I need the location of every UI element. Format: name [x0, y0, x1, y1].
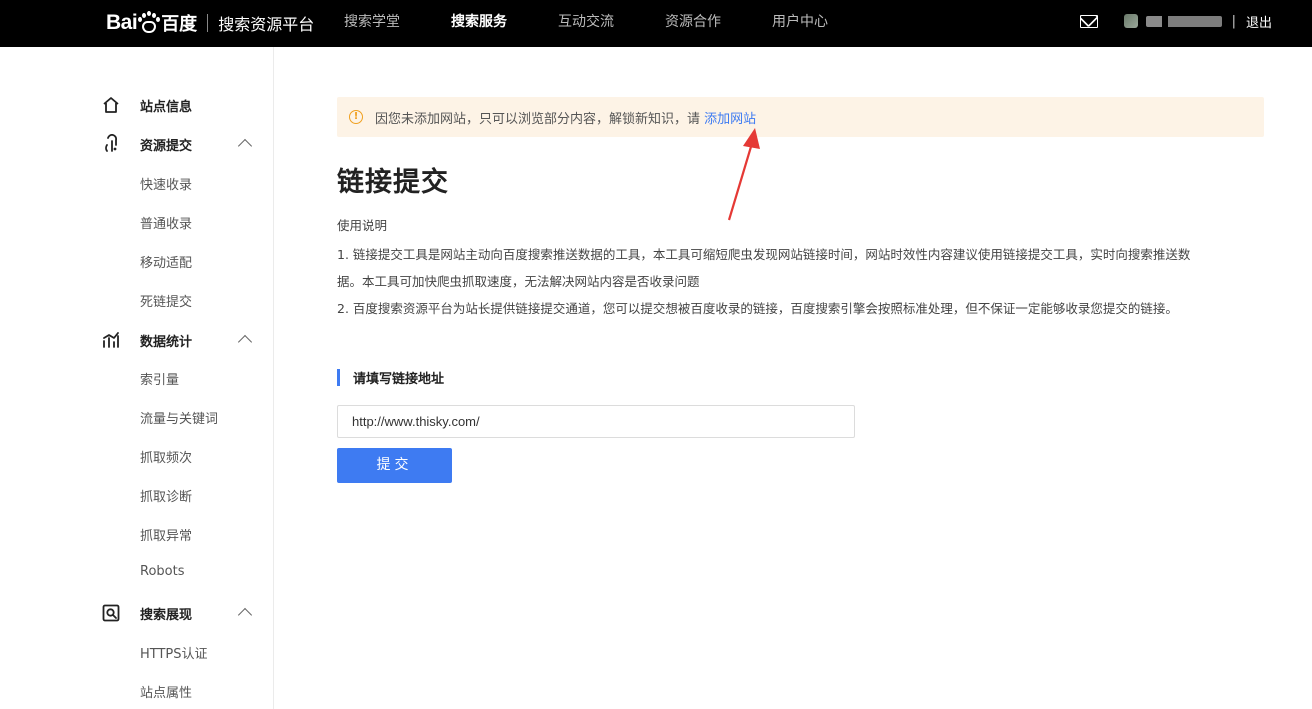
sidebar-group-label: 站点信息 [140, 99, 193, 115]
notice-text: 因您未添加网站，只可以浏览部分内容，解锁新知识，请 添加网站 [375, 108, 756, 127]
sidebar-group-resource-submit[interactable]: 资源提交 [0, 132, 274, 156]
sidebar-item-normal-index[interactable]: 普通收录 [140, 213, 192, 232]
section-heading: 请填写链接地址 [337, 368, 445, 387]
main-nav: 搜索学堂 搜索服务 互动交流 资源合作 用户中心 [344, 0, 862, 47]
sidebar-item-robots[interactable]: Robots [140, 564, 184, 579]
sidebar-group-data-stats[interactable]: 数据统计 [0, 328, 274, 352]
mail-icon[interactable] [1079, 14, 1098, 28]
logo-baidu-cn: 百度 [161, 14, 198, 35]
sidebar-item-dead-link[interactable]: 死链提交 [140, 291, 192, 310]
usage-paragraph-1-line-1: 1. 链接提交工具是网站主动向百度搜索推送数据的工具，本工具可缩短爬虫发现网站链… [337, 247, 1191, 262]
search-display-icon [102, 604, 120, 622]
nav-item-interaction[interactable]: 互动交流 [558, 0, 665, 47]
sidebar-item-traffic-keywords[interactable]: 流量与关键词 [140, 408, 218, 427]
chevron-up-icon[interactable] [237, 138, 253, 154]
url-input[interactable]: http://www.thisky.com/ [337, 405, 855, 438]
sidebar-item-crawl-errors[interactable]: 抓取异常 [140, 525, 192, 544]
sidebar-item-crawl-diagnosis[interactable]: 抓取诊断 [140, 486, 192, 505]
avatar[interactable] [1123, 14, 1138, 28]
username-redacted[interactable] [1145, 15, 1222, 27]
sidebar-item-index-volume[interactable]: 索引量 [140, 369, 179, 388]
top-navigation-bar: Bai 百度 搜索资源平台 搜索学堂 搜索服务 互动交流 资源合作 用户中心 |… [0, 0, 1312, 47]
sidebar-group-label: 搜索展现 [140, 607, 193, 623]
submit-icon [105, 134, 117, 152]
stats-icon [103, 332, 119, 348]
section-accent-bar [337, 368, 340, 386]
logo-divider [207, 14, 209, 32]
baidu-logo[interactable]: Bai 百度 搜索资源平台 [106, 8, 314, 38]
home-icon [103, 97, 119, 113]
usage-paragraph-2: 2. 百度搜索资源平台为站长提供链接提交通道，您可以提交想被百度收录的链接，百度… [337, 301, 1178, 316]
submit-button[interactable]: 提交 [337, 448, 452, 483]
sidebar-group-site-info[interactable]: 站点信息 [0, 93, 274, 117]
sidebar-group-search-display[interactable]: 搜索展现 [0, 601, 274, 625]
paw-icon [138, 11, 161, 34]
section-title: 请填写链接地址 [353, 371, 445, 387]
notice-banner: ! 因您未添加网站，只可以浏览部分内容，解锁新知识，请 添加网站 [337, 97, 1264, 137]
notice-message: 因您未添加网站，只可以浏览部分内容，解锁新知识，请 [375, 111, 705, 127]
add-site-link[interactable]: 添加网站 [704, 112, 756, 127]
sidebar-item-site-attributes[interactable]: 站点属性 [140, 682, 192, 701]
user-area: | 退出 [1079, 0, 1272, 42]
nav-item-user-center[interactable]: 用户中心 [772, 0, 862, 47]
usage-title: 使用说明 [337, 218, 388, 233]
sidebar-group-label: 数据统计 [140, 334, 193, 350]
usage-paragraph-1-line-2: 据。本工具可加快爬虫抓取速度，无法解决网站内容是否收录问题 [337, 274, 700, 289]
sidebar-group-label: 资源提交 [140, 138, 193, 154]
top-separator: | [1231, 13, 1236, 29]
nav-item-school[interactable]: 搜索学堂 [344, 0, 451, 47]
page-title: 链接提交 [337, 167, 449, 198]
sidebar: 站点信息 资源提交 快速收录 普通收录 移动适配 死链提交 数据统计 索引量 流… [0, 47, 274, 709]
sidebar-item-mobile-adapt[interactable]: 移动适配 [140, 252, 192, 271]
sidebar-item-crawl-frequency[interactable]: 抓取频次 [140, 447, 192, 466]
platform-name: 搜索资源平台 [218, 15, 315, 34]
nav-item-resource-coop[interactable]: 资源合作 [665, 0, 772, 47]
chevron-up-icon[interactable] [237, 607, 253, 623]
nav-item-search-service[interactable]: 搜索服务 [451, 0, 558, 47]
sidebar-item-fast-index[interactable]: 快速收录 [140, 174, 192, 193]
warning-icon: ! [349, 110, 363, 124]
logout-link[interactable]: 退出 [1246, 12, 1272, 31]
sidebar-item-https[interactable]: HTTPS认证 [140, 643, 208, 662]
logo-bai-text: Bai [106, 11, 138, 34]
chevron-up-icon[interactable] [237, 334, 253, 350]
